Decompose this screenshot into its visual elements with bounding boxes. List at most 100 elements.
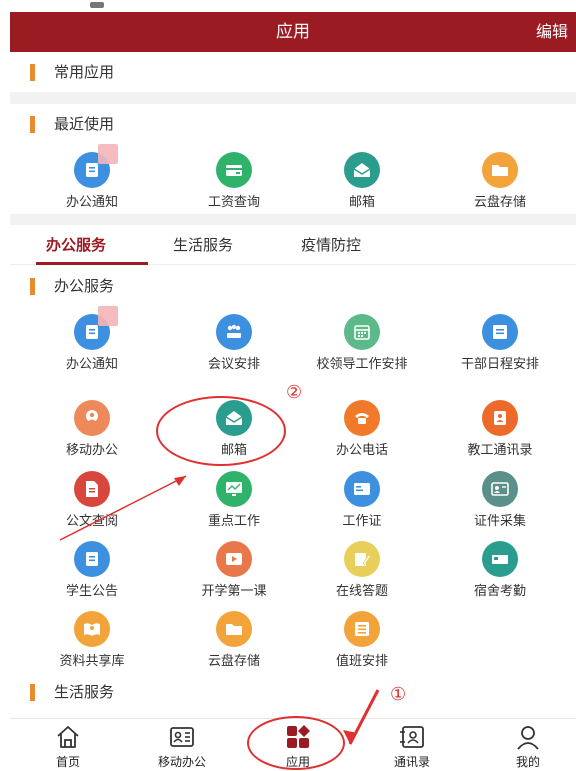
divider xyxy=(10,214,576,225)
office-icon xyxy=(170,727,194,747)
calendar-icon xyxy=(344,314,380,350)
divider xyxy=(10,92,576,104)
nav-label: 首页 xyxy=(55,755,80,769)
profile-icon xyxy=(517,726,539,750)
section-recent: 最近使用 xyxy=(10,104,576,144)
book-icon xyxy=(74,611,110,647)
app-label: 办公通知 xyxy=(65,357,118,372)
document-icon xyxy=(482,314,518,350)
meeting-icon xyxy=(216,314,252,350)
app-item[interactable]: 开学第一课 xyxy=(174,541,294,600)
tab-epidemic-control[interactable]: 疫情防控 xyxy=(301,225,361,265)
app-label: 办公通知 xyxy=(65,195,118,210)
app-label: 移动办公 xyxy=(65,443,118,458)
app-label: 重点工作 xyxy=(207,514,260,529)
folder-icon xyxy=(482,152,518,188)
chart-icon xyxy=(216,471,252,507)
app-item[interactable]: 云盘存储 xyxy=(440,152,560,211)
app-item[interactable]: 工资查询 xyxy=(174,152,294,211)
app-item[interactable]: 干部日程安排 xyxy=(440,314,560,373)
status-mark xyxy=(90,2,104,8)
service-tabs: 办公服务 生活服务 疫情防控 xyxy=(10,225,576,265)
section-title-recent: 最近使用 xyxy=(54,115,115,133)
annotation-number-2: ② xyxy=(286,382,303,403)
user-icon xyxy=(74,400,110,436)
app-item[interactable]: 办公电话 xyxy=(302,400,422,459)
app-item[interactable]: 重点工作 xyxy=(174,471,294,530)
app-item[interactable]: 教工通讯录 xyxy=(440,400,560,459)
status-strip xyxy=(0,0,576,12)
top-bar: 应用 编辑 xyxy=(10,12,576,52)
app-item[interactable]: 办公通知 xyxy=(32,144,152,211)
nav-profile[interactable]: 我的 xyxy=(488,723,568,770)
app-label: 工作证 xyxy=(342,514,382,529)
app-label: 学生公告 xyxy=(65,584,118,599)
app-label: 值班安排 xyxy=(335,654,388,669)
app-label: 邮箱 xyxy=(348,195,375,210)
app-item[interactable]: 办公通知 xyxy=(32,306,152,373)
app-label: 云盘存储 xyxy=(473,195,526,210)
app-label: 开学第一课 xyxy=(201,584,267,599)
app-label: 资料共享库 xyxy=(59,654,125,669)
file-icon xyxy=(74,471,110,507)
section-title-life: 生活服务 xyxy=(54,683,115,701)
app-item[interactable]: 校领导工作安排 xyxy=(302,314,422,373)
nav-label: 通讯录 xyxy=(393,755,430,769)
card-icon xyxy=(216,152,252,188)
section-common-apps: 常用应用 xyxy=(10,52,576,92)
section-office-services: 办公服务 xyxy=(10,266,576,306)
phone-icon xyxy=(344,400,380,436)
clipboard-icon xyxy=(74,541,110,577)
id-card-icon xyxy=(482,471,518,507)
app-label: 在线答题 xyxy=(335,584,388,599)
bed-icon xyxy=(482,541,518,577)
app-item[interactable]: 学生公告 xyxy=(32,541,152,600)
app-item[interactable]: 在线答题 xyxy=(302,541,422,600)
edit-button[interactable]: 编辑 xyxy=(536,12,568,52)
app-label: 干部日程安排 xyxy=(460,357,539,372)
app-label: 教工通讯录 xyxy=(467,443,533,458)
app-label: 宿舍考勤 xyxy=(473,584,526,599)
nav-label: 移动办公 xyxy=(157,755,206,769)
app-item[interactable]: 宿舍考勤 xyxy=(440,541,560,600)
badge-overlay xyxy=(98,144,118,164)
app-label: 工资查询 xyxy=(207,195,260,210)
tab-office-services[interactable]: 办公服务 xyxy=(46,225,106,265)
nav-address-book[interactable]: 通讯录 xyxy=(372,723,452,770)
section-title-office: 办公服务 xyxy=(54,277,115,295)
section-accent-bar xyxy=(30,684,35,701)
app-item[interactable]: 移动办公 xyxy=(32,400,152,459)
nav-home[interactable]: 首页 xyxy=(28,723,108,770)
annotation-circle-mail xyxy=(156,396,286,466)
app-item[interactable]: 云盘存储 xyxy=(174,611,294,670)
app-item[interactable]: 会议安排 xyxy=(174,314,294,373)
list-icon xyxy=(344,611,380,647)
app-item[interactable]: 值班安排 xyxy=(302,611,422,670)
section-accent-bar xyxy=(30,278,35,295)
app-label: 云盘存储 xyxy=(207,654,260,669)
nav-mobile-office[interactable]: 移动办公 xyxy=(142,723,222,770)
section-life-services: 生活服务 xyxy=(10,672,576,712)
edit-icon xyxy=(344,541,380,577)
tab-life-services[interactable]: 生活服务 xyxy=(173,225,233,265)
annotation-number-1: ① xyxy=(390,684,407,705)
contacts-icon xyxy=(482,400,518,436)
app-item[interactable]: 工作证 xyxy=(302,471,422,530)
app-label: 办公电话 xyxy=(335,443,388,458)
app-item[interactable]: 邮箱 xyxy=(302,152,422,211)
section-accent-bar xyxy=(30,64,35,81)
tab-active-indicator xyxy=(36,262,148,265)
app-item[interactable]: 资料共享库 xyxy=(32,611,152,670)
badge-overlay xyxy=(98,306,118,326)
section-accent-bar xyxy=(30,116,35,133)
app-label: 会议安排 xyxy=(207,357,260,372)
section-title-common: 常用应用 xyxy=(54,63,115,81)
app-item[interactable]: 证件采集 xyxy=(440,471,560,530)
app-label: 证件采集 xyxy=(473,514,526,529)
app-label: 公文查阅 xyxy=(65,514,118,529)
folder-icon xyxy=(216,611,252,647)
annotation-circle-apps xyxy=(247,716,345,770)
badge-icon xyxy=(344,471,380,507)
app-item[interactable]: 公文查阅 xyxy=(32,471,152,530)
address-book-icon xyxy=(400,726,424,748)
